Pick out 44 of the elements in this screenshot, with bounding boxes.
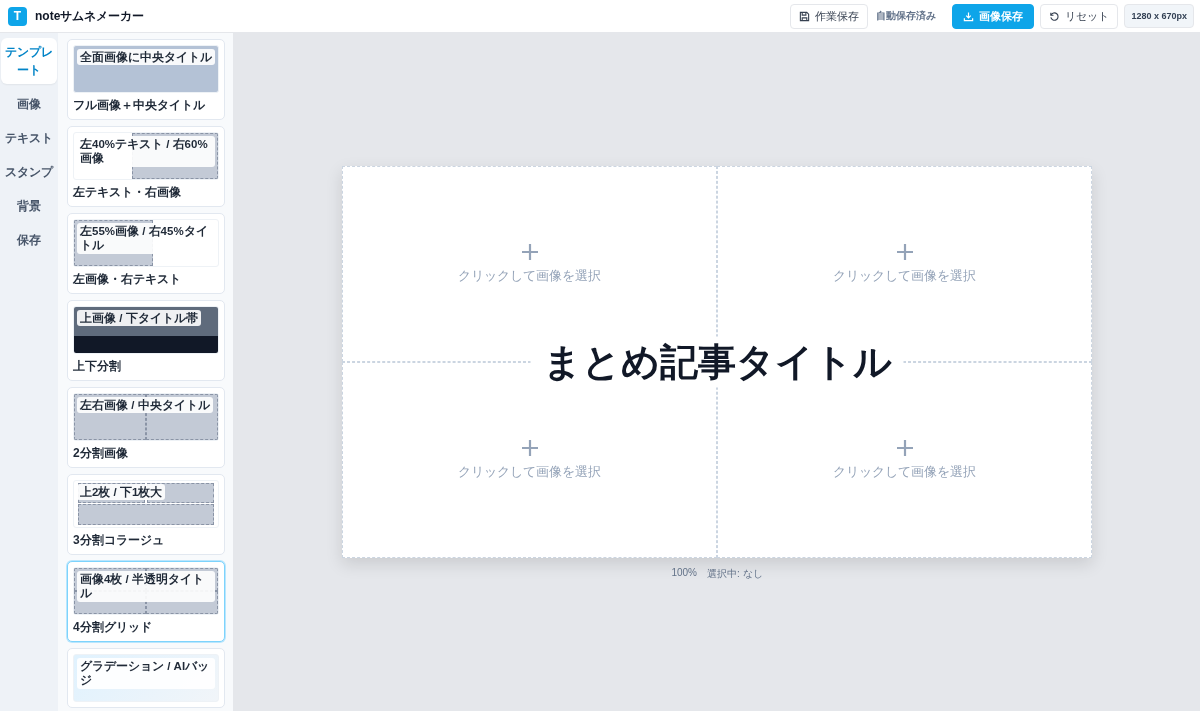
template-name: 3分割コラージュ bbox=[73, 532, 165, 549]
template-card[interactable]: 左55%画像 / 右45%タイトル 左画像・右テキスト bbox=[67, 213, 225, 294]
app-title: noteサムネメーカー bbox=[35, 7, 145, 25]
template-name: 4分割グリッド bbox=[73, 619, 153, 636]
template-card[interactable]: 画像4枚 / 半透明タイトル 4分割グリッド bbox=[67, 561, 225, 642]
preview-label: グラデーション / AIバッジ bbox=[77, 658, 215, 689]
plus-icon bbox=[895, 438, 914, 457]
sidebar-tab[interactable]: 画像 bbox=[1, 90, 57, 118]
plus-icon bbox=[520, 242, 539, 261]
template-name: 左画像・右テキスト bbox=[73, 271, 182, 288]
sidebar-tab[interactable]: テキスト bbox=[1, 124, 57, 152]
floppy-icon bbox=[799, 10, 811, 22]
canvas-size-badge: 1280 x 670px bbox=[1124, 4, 1194, 28]
template-card[interactable]: グラデーション / AIバッジ bbox=[67, 648, 225, 708]
save-work-button[interactable]: 作業保存 bbox=[790, 3, 869, 29]
preview-label: 全面画像に中央タイトル bbox=[77, 49, 215, 66]
download-icon bbox=[963, 10, 975, 22]
template-card[interactable]: 上2枚 / 下1枚大 3分割コラージュ bbox=[67, 474, 225, 555]
preview-label: 上2枚 / 下1枚大 bbox=[77, 484, 166, 501]
template-card[interactable]: 左40%テキスト / 右60%画像 左テキスト・右画像 bbox=[67, 126, 225, 207]
sidebar-tab[interactable]: スタンプ bbox=[1, 158, 57, 186]
template-name: 2分割画像 bbox=[73, 445, 129, 462]
preview-label: 左右画像 / 中央タイトル bbox=[77, 397, 213, 414]
sidebar-tab[interactable]: 保存 bbox=[1, 226, 57, 254]
plus-icon bbox=[520, 438, 539, 457]
reset-icon bbox=[1049, 10, 1061, 22]
canvas-title[interactable]: まとめ記事タイトル bbox=[530, 336, 904, 387]
logo-icon: T bbox=[8, 6, 27, 26]
sidebar-tab[interactable]: テンプレート bbox=[1, 38, 57, 84]
autosave-status: 自動保存済み bbox=[876, 9, 937, 23]
template-name: 上下分割 bbox=[73, 358, 122, 375]
plus-icon bbox=[895, 242, 914, 261]
preview-label: 上画像 / 下タイトル帯 bbox=[77, 310, 201, 327]
zoom-level: 100% bbox=[671, 566, 697, 580]
preview-label: 画像4枚 / 半透明タイトル bbox=[77, 571, 215, 602]
template-name: 左テキスト・右画像 bbox=[73, 184, 182, 201]
sidebar-tab[interactable]: 背景 bbox=[1, 192, 57, 220]
reset-button[interactable]: リセット bbox=[1040, 3, 1119, 29]
template-name: フル画像＋中央タイトル bbox=[73, 97, 206, 114]
template-card[interactable]: 左右画像 / 中央タイトル 2分割画像 bbox=[67, 387, 225, 468]
preview-label: 左40%テキスト / 右60%画像 bbox=[77, 136, 215, 167]
template-card[interactable]: 全面画像に中央タイトル フル画像＋中央タイトル bbox=[67, 39, 225, 120]
template-card[interactable]: 上画像 / 下タイトル帯 上下分割 bbox=[67, 300, 225, 381]
selection-status: 選択中: なし bbox=[707, 566, 763, 581]
